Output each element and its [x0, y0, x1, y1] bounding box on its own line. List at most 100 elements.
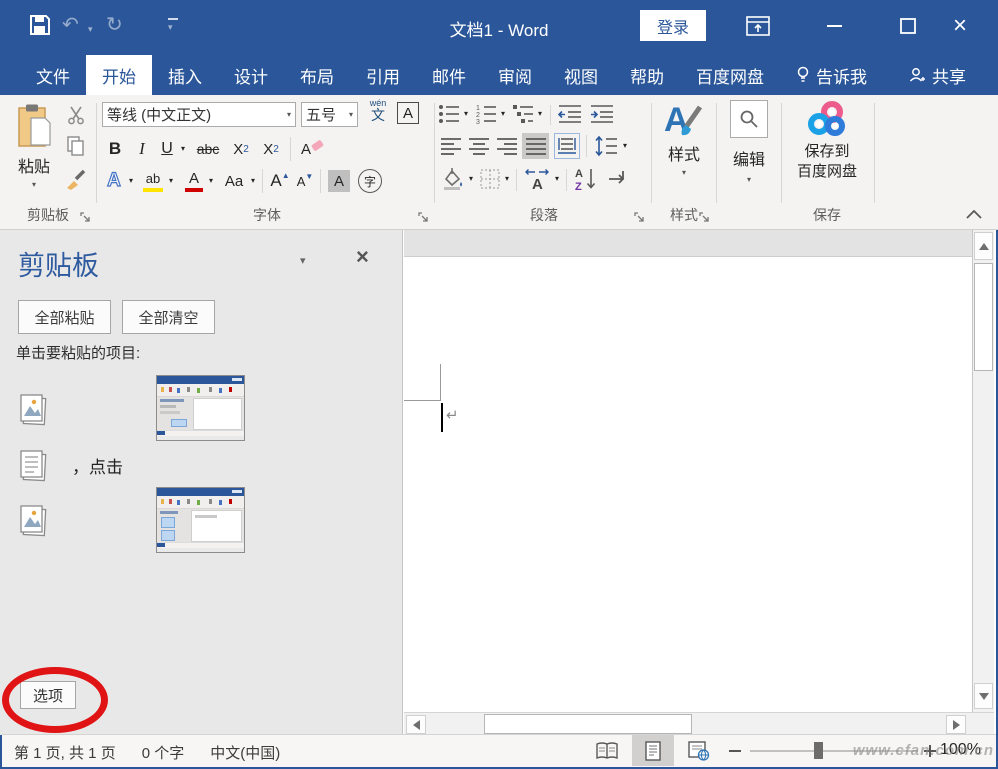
- collapse-ribbon-icon[interactable]: [966, 210, 982, 219]
- bullets-dropdown-icon[interactable]: ▾: [461, 104, 471, 124]
- vertical-scrollbar[interactable]: [972, 230, 994, 712]
- styles-dialog-launcher-icon[interactable]: [699, 212, 710, 223]
- styles-button[interactable]: A 样式 ▾: [653, 99, 715, 177]
- clipboard-item-image-icon[interactable]: [18, 392, 50, 426]
- tab-insert[interactable]: 插入: [152, 55, 218, 95]
- subscript-button[interactable]: X2: [228, 136, 254, 162]
- text-effects-button[interactable]: A: [102, 168, 126, 194]
- paste-all-button[interactable]: 全部粘贴: [18, 300, 111, 334]
- clipboard-dialog-launcher-icon[interactable]: [80, 212, 91, 223]
- horizontal-scroll-thumb[interactable]: [484, 714, 692, 734]
- horizontal-scrollbar[interactable]: [404, 712, 994, 735]
- clipboard-item-text[interactable]: ，点击: [72, 453, 123, 478]
- text-highlight-button[interactable]: ab: [140, 168, 166, 194]
- scroll-left-button[interactable]: [406, 715, 426, 734]
- highlight-dropdown-icon[interactable]: ▾: [166, 168, 176, 194]
- character-border-button[interactable]: A: [397, 102, 419, 124]
- bullets-button[interactable]: [438, 104, 460, 124]
- web-layout-button[interactable]: [678, 735, 720, 766]
- numbering-dropdown-icon[interactable]: ▾: [498, 104, 508, 124]
- underline-button[interactable]: U: [156, 136, 178, 162]
- format-painter-icon[interactable]: [64, 167, 88, 191]
- tab-view[interactable]: 视图: [548, 55, 614, 95]
- paste-button[interactable]: 粘贴 ▾: [14, 103, 54, 189]
- superscript-button[interactable]: X2: [258, 136, 284, 162]
- change-case-button[interactable]: Aa: [220, 168, 248, 194]
- italic-button[interactable]: I: [130, 136, 154, 162]
- word-count[interactable]: 0 个字: [142, 742, 185, 763]
- enclose-characters-button[interactable]: 字: [358, 169, 382, 193]
- pane-close-icon[interactable]: ×: [356, 246, 369, 268]
- vertical-scroll-thumb[interactable]: [974, 263, 993, 371]
- ribbon-display-options-icon[interactable]: [736, 10, 780, 42]
- tab-tell-me[interactable]: 告诉我: [780, 55, 883, 95]
- tab-help[interactable]: 帮助: [614, 55, 680, 95]
- clear-formatting-button[interactable]: A: [298, 136, 326, 162]
- zoom-out-button[interactable]: [729, 750, 741, 752]
- align-left-button[interactable]: [440, 136, 462, 156]
- align-center-button[interactable]: [468, 136, 490, 156]
- borders-dropdown-icon[interactable]: ▾: [502, 169, 512, 189]
- strikethrough-button[interactable]: abc: [192, 136, 224, 162]
- page-indicator[interactable]: 第 1 页, 共 1 页: [14, 742, 116, 763]
- decrease-indent-button[interactable]: [558, 104, 582, 124]
- find-box[interactable]: [730, 100, 768, 138]
- sort-button[interactable]: AZ: [574, 166, 598, 192]
- character-shading-button[interactable]: A: [328, 170, 350, 192]
- tab-baidu-netdisk[interactable]: 百度网盘: [680, 55, 780, 95]
- login-button[interactable]: 登录: [640, 10, 706, 41]
- editing-button[interactable]: 编辑 ▾: [718, 100, 780, 184]
- scroll-down-button[interactable]: [974, 683, 993, 709]
- styles-dropdown-icon[interactable]: ▾: [653, 169, 715, 177]
- tab-home[interactable]: 开始: [86, 55, 152, 95]
- document-area[interactable]: ↵: [404, 230, 972, 712]
- justify-button[interactable]: [522, 133, 549, 159]
- copy-icon[interactable]: [66, 135, 86, 157]
- tab-review[interactable]: 审阅: [482, 55, 548, 95]
- editing-dropdown-icon[interactable]: ▾: [718, 176, 780, 184]
- pane-dropdown-icon[interactable]: ▾: [300, 256, 306, 267]
- multilevel-dropdown-icon[interactable]: ▾: [535, 104, 545, 124]
- clipboard-item-image-icon[interactable]: [18, 503, 50, 537]
- text-effects-dropdown-icon[interactable]: ▾: [126, 168, 136, 194]
- paragraph-dialog-launcher-icon[interactable]: [634, 212, 645, 223]
- shading-bucket-button[interactable]: [440, 167, 464, 191]
- align-right-button[interactable]: [496, 136, 518, 156]
- distributed-button[interactable]: [554, 133, 580, 159]
- tab-mailings[interactable]: 邮件: [416, 55, 482, 95]
- close-button[interactable]: ×: [938, 10, 982, 42]
- multilevel-list-button[interactable]: [512, 104, 534, 124]
- zoom-slider-handle[interactable]: [814, 742, 823, 759]
- save-to-baidu-button[interactable]: 保存到 百度网盘: [783, 100, 871, 183]
- tab-file[interactable]: 文件: [20, 55, 86, 95]
- scroll-right-button[interactable]: [946, 715, 966, 734]
- change-case-dropdown-icon[interactable]: ▾: [248, 168, 258, 194]
- tab-references[interactable]: 引用: [350, 55, 416, 95]
- paste-dropdown-icon[interactable]: ▾: [14, 181, 54, 189]
- clipboard-item-text-icon[interactable]: [18, 448, 50, 482]
- font-name-combobox[interactable]: 等线 (中文正文)▾: [102, 102, 296, 127]
- document-page[interactable]: ↵: [404, 257, 972, 712]
- phonetic-guide-button[interactable]: wén 文: [363, 99, 393, 122]
- line-spacing-dropdown-icon[interactable]: ▾: [620, 136, 630, 156]
- font-color-dropdown-icon[interactable]: ▾: [206, 168, 216, 194]
- grow-font-button[interactable]: A▲: [268, 168, 292, 194]
- line-spacing-button[interactable]: [594, 135, 618, 157]
- minimize-button[interactable]: [812, 10, 856, 42]
- cut-icon[interactable]: [66, 105, 86, 125]
- clear-all-button[interactable]: 全部清空: [122, 300, 215, 334]
- bold-button[interactable]: B: [102, 136, 128, 162]
- clipboard-item-thumbnail[interactable]: [156, 487, 245, 553]
- tab-design[interactable]: 设计: [218, 55, 284, 95]
- language-indicator[interactable]: 中文(中国): [210, 742, 280, 763]
- asian-layout-button[interactable]: A: [524, 167, 550, 191]
- shrink-font-button[interactable]: A▼: [294, 168, 316, 194]
- numbering-button[interactable]: 123: [475, 104, 497, 124]
- increase-indent-button[interactable]: [590, 104, 614, 124]
- read-mode-button[interactable]: [586, 735, 628, 766]
- scroll-up-button[interactable]: [974, 232, 993, 260]
- shading-dropdown-icon[interactable]: ▾: [466, 169, 476, 189]
- show-hide-marks-button[interactable]: [606, 168, 630, 190]
- underline-dropdown-icon[interactable]: ▾: [178, 136, 188, 162]
- tab-share[interactable]: 共享: [892, 55, 982, 95]
